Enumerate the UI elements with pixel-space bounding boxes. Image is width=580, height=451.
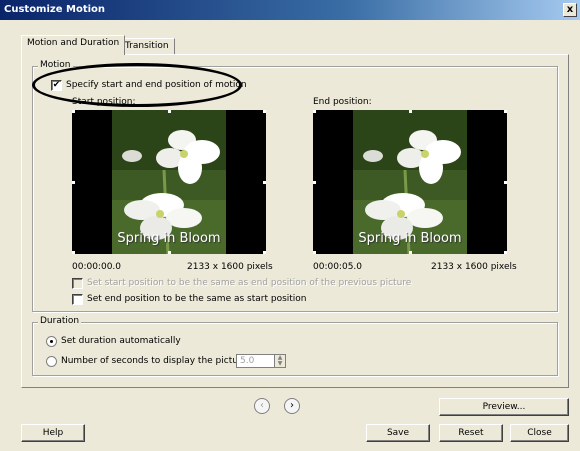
save-button[interactable]: Save — [366, 424, 430, 442]
help-button[interactable]: Help — [21, 424, 85, 442]
duration-group: Duration — [32, 316, 558, 376]
end-position-preview[interactable]: Spring in Bloom — [313, 110, 507, 254]
window-title: Customize Motion — [4, 4, 106, 15]
seconds-spinner[interactable]: 5.0 ▲ ▼ — [236, 354, 286, 368]
reset-button[interactable]: Reset — [439, 424, 503, 442]
previous-button[interactable]: ‹ — [254, 398, 270, 414]
seconds-duration-radio[interactable] — [46, 356, 57, 367]
set-start-position-checkbox[interactable] — [72, 278, 83, 289]
resize-handle[interactable] — [409, 110, 412, 113]
start-preview-caption: Spring in Bloom — [117, 231, 221, 246]
resize-handle[interactable] — [72, 251, 75, 254]
resize-handle[interactable] — [72, 110, 75, 113]
end-size: 2133 x 1600 pixels — [431, 262, 517, 272]
tab-motion-and-duration[interactable]: Motion and Duration — [21, 35, 126, 55]
resize-handle[interactable] — [504, 181, 507, 184]
resize-handle[interactable] — [409, 251, 412, 254]
title-bar: Customize Motion x — [0, 0, 580, 20]
resize-handle[interactable] — [72, 181, 75, 184]
start-size: 2133 x 1600 pixels — [187, 262, 273, 272]
close-button[interactable]: Close — [510, 424, 569, 442]
end-time: 00:00:05.0 — [313, 262, 363, 272]
set-start-position-label: Set start position to be the same as end… — [87, 278, 412, 288]
auto-duration-label: Set duration automatically — [61, 336, 181, 346]
start-position-label: Start position: — [72, 97, 136, 107]
resize-handle[interactable] — [504, 110, 507, 113]
seconds-value: 5.0 — [240, 356, 255, 366]
resize-handle[interactable] — [313, 110, 316, 113]
end-preview-caption: Spring in Bloom — [358, 231, 462, 246]
motion-legend: Motion — [38, 60, 73, 70]
set-end-position-checkbox[interactable] — [72, 294, 83, 305]
resize-handle[interactable] — [263, 181, 266, 184]
specify-motion-checkbox[interactable]: ✔ — [51, 80, 62, 91]
seconds-duration-label: Number of seconds to display the picture — [61, 356, 247, 366]
next-button[interactable]: › — [284, 398, 300, 414]
tab-transition[interactable]: Transition — [119, 38, 175, 54]
specify-motion-label: Specify start and end position of motion — [66, 80, 247, 90]
set-end-position-label: Set end position to be the same as start… — [87, 294, 307, 304]
resize-handle[interactable] — [263, 251, 266, 254]
resize-handle[interactable] — [168, 251, 171, 254]
start-time: 00:00:00.0 — [72, 262, 122, 272]
resize-handle[interactable] — [313, 181, 316, 184]
close-window-button[interactable]: x — [563, 3, 577, 17]
resize-handle[interactable] — [263, 110, 266, 113]
resize-handle[interactable] — [168, 110, 171, 113]
resize-handle[interactable] — [313, 251, 316, 254]
resize-handle[interactable] — [504, 251, 507, 254]
preview-button[interactable]: Preview... — [439, 398, 569, 416]
start-position-preview[interactable]: Spring in Bloom — [72, 110, 266, 254]
spinner-arrows-icon[interactable]: ▲ ▼ — [274, 355, 285, 367]
duration-legend: Duration — [38, 316, 82, 326]
end-position-label: End position: — [313, 97, 372, 107]
auto-duration-radio[interactable] — [46, 336, 57, 347]
